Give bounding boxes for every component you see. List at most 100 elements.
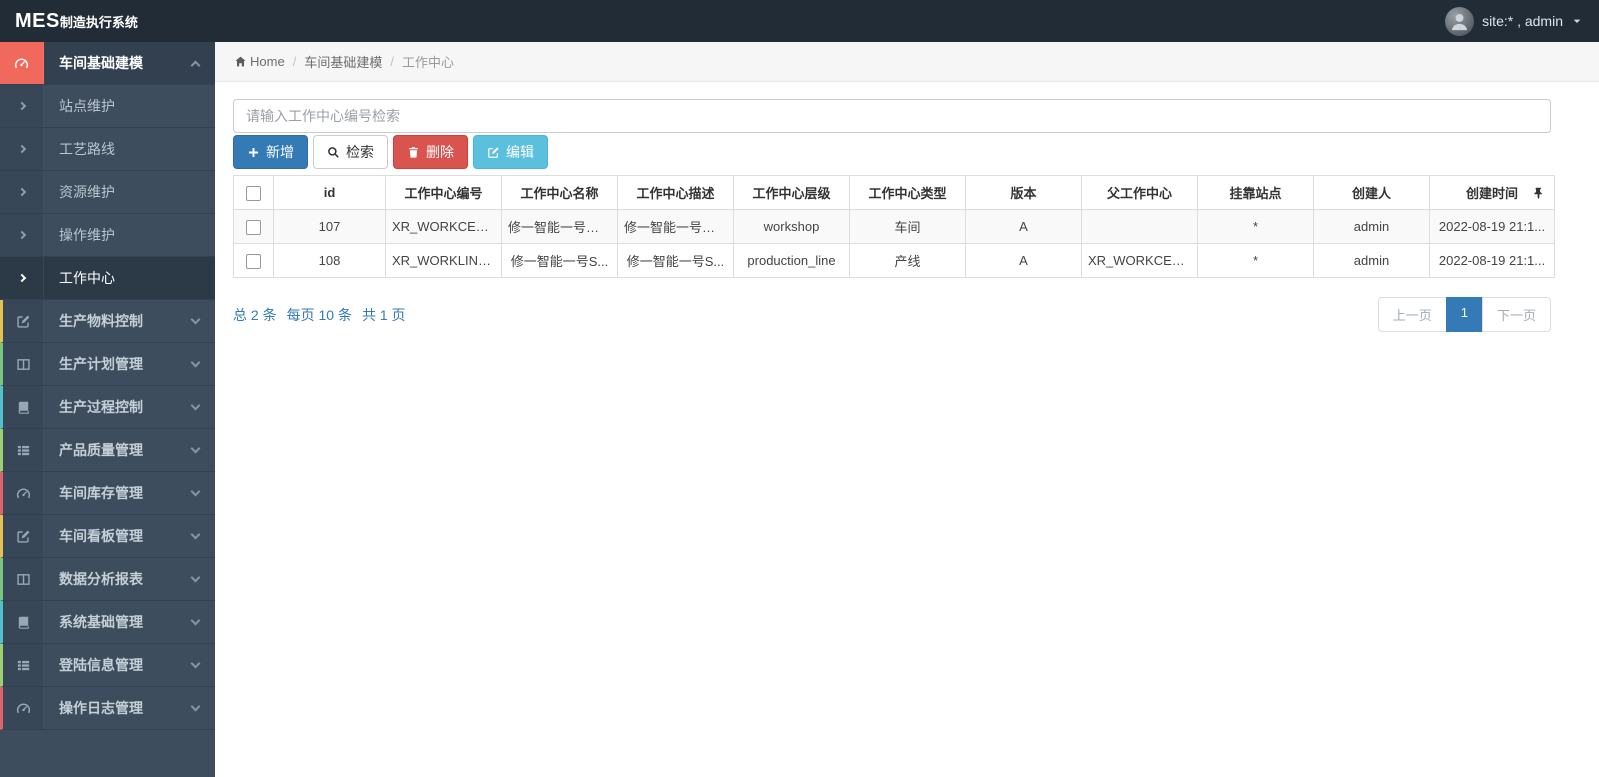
sidebar-group[interactable]: 生产物料控制: [0, 300, 215, 343]
table-cell: XR_WORKLINE...: [385, 243, 502, 278]
sidebar-group-label: 生产物料控制: [59, 313, 143, 329]
row-select-cell: [233, 209, 274, 244]
record-summary[interactable]: 总 2 条 每页 10 条 共 1 页: [233, 305, 406, 325]
page-count: 共 1 页: [361, 306, 406, 323]
column-header: 工作中心类型: [849, 175, 966, 210]
sidebar-item[interactable]: 工作中心: [0, 257, 215, 300]
table-row: 107 XR_WORKCEN... 修一智能一号车间 修一智能一号车间 workshop…: [233, 209, 1555, 244]
avatar[interactable]: [1445, 6, 1475, 36]
chevron-right-icon: [0, 85, 44, 127]
search-icon: [327, 146, 340, 159]
table-cell: production_line: [733, 243, 850, 278]
total-count: 总 2 条: [233, 306, 277, 323]
next-page-button[interactable]: 下一页: [1481, 297, 1551, 332]
chevron-right-icon: [0, 257, 44, 299]
sidebar-group[interactable]: 系统基础管理: [0, 601, 215, 644]
table-cell: 车间: [849, 209, 966, 244]
book-icon: [3, 386, 44, 428]
breadcrumb-current: 工作中心: [401, 55, 454, 70]
sidebar-group-label: 车间看板管理: [59, 528, 143, 544]
prev-page-button[interactable]: 上一页: [1377, 297, 1447, 332]
sidebar-group[interactable]: 车间库存管理: [0, 472, 215, 515]
breadcrumb-separator: /: [292, 54, 297, 69]
plus-icon: [247, 146, 260, 159]
sidebar-group-label: 车间基础建模: [59, 55, 143, 71]
table-cell: admin: [1313, 243, 1430, 278]
breadcrumb-home[interactable]: Home: [234, 54, 285, 69]
table-cell: 2022-08-19 21:1...: [1429, 209, 1555, 244]
breadcrumb: Home / 车间基础建模 / 工作中心: [215, 42, 1599, 82]
breadcrumb-item[interactable]: 车间基础建模: [304, 52, 382, 71]
user-menu[interactable]: site:* , admin: [1445, 6, 1599, 36]
columns-icon: [3, 558, 44, 600]
search-button[interactable]: 检索: [313, 135, 388, 169]
row-checkbox[interactable]: [246, 219, 261, 235]
chevron-down-icon: [190, 615, 201, 626]
edit-icon: [3, 515, 44, 557]
content-area: 新增检索删除编辑 id工作中心编号工作中心名称工作中心描述工作中心层级工作中心类…: [215, 82, 1599, 332]
user-icon: [1452, 13, 1468, 30]
page-1-button[interactable]: 1: [1445, 297, 1483, 332]
row-checkbox[interactable]: [246, 253, 261, 269]
sidebar-item[interactable]: 工艺路线: [0, 128, 215, 171]
table-cell: 修一智能一号车间: [501, 209, 618, 244]
table-header-row: id 工作中心编号 工作中心名称 工作中心描述 工作中心层级 工作中心类型 版本 父工作中心挂…: [233, 175, 1555, 210]
add-button[interactable]: 新增: [233, 135, 308, 169]
search-input[interactable]: [233, 99, 1551, 133]
sidebar-item[interactable]: 站点维护: [0, 85, 215, 128]
chevron-down-icon: [190, 658, 201, 669]
main-panel: Home / 车间基础建模 / 工作中心 新增检索删除编辑 id工作中心编号工作…: [215, 42, 1599, 777]
table-cell: 108: [273, 243, 386, 278]
breadcrumb-separator: /: [390, 54, 394, 69]
table-footer: 总 2 条 每页 10 条 共 1 页 上一页 1 下一页: [233, 297, 1551, 332]
sidebar: 车间基础建模站点维护工艺路线资源维护操作维护工作中心生产物料控制生产计划管理生产…: [0, 42, 215, 777]
trash-icon: [407, 146, 420, 159]
sidebar-item[interactable]: 资源维护: [0, 171, 215, 214]
table-cell: [1081, 209, 1198, 244]
sidebar-group[interactable]: 生产过程控制: [0, 386, 215, 429]
chevron-right-icon: [0, 128, 44, 170]
table-cell: 修一智能一号S...: [617, 243, 734, 278]
user-label: site:* , admin: [1482, 13, 1563, 29]
chevron-down-icon: [190, 400, 201, 411]
select-all-header: [233, 175, 274, 210]
sidebar-group[interactable]: 车间基础建模: [0, 42, 215, 85]
chevron-down-icon: [190, 529, 201, 540]
sidebar-group[interactable]: 登陆信息管理: [0, 644, 215, 687]
table-cell: admin: [1313, 209, 1430, 244]
sidebar-group-label: 数据分析报表: [59, 571, 143, 587]
sidebar-item-label: 工艺路线: [59, 141, 115, 157]
delete-button[interactable]: 删除: [393, 135, 468, 169]
edit-button[interactable]: 编辑: [473, 135, 548, 169]
table-cell: A: [965, 243, 1082, 278]
sidebar-group[interactable]: 操作日志管理: [0, 687, 215, 730]
column-header: 创建时间: [1429, 175, 1555, 210]
table-cell: *: [1197, 243, 1314, 278]
sidebar-group-label: 生产过程控制: [59, 399, 143, 415]
sidebar-item-label: 资源维护: [59, 184, 115, 200]
select-all-checkbox[interactable]: [246, 185, 261, 201]
sidebar-group[interactable]: 产品质量管理: [0, 429, 215, 472]
sidebar-item-label: 操作维护: [59, 227, 115, 243]
sidebar-group[interactable]: 车间看板管理: [0, 515, 215, 558]
list-icon: [3, 429, 44, 471]
column-header: 工作中心名称: [501, 175, 618, 210]
dashboard-icon: [3, 687, 44, 729]
list-icon: [3, 644, 44, 686]
table-cell: workshop: [733, 209, 850, 244]
sidebar-group-label: 登陆信息管理: [59, 657, 143, 673]
chevron-down-icon: [190, 357, 201, 368]
dashboard-icon: [0, 42, 44, 84]
pagination: 上一页 1 下一页: [1377, 297, 1551, 332]
chevron-down-icon: [190, 443, 201, 454]
sidebar-group[interactable]: 生产计划管理: [0, 343, 215, 386]
sidebar-item[interactable]: 操作维护: [0, 214, 215, 257]
sidebar-group[interactable]: 数据分析报表: [0, 558, 215, 601]
logo-text: 制造执行系统: [59, 14, 138, 30]
sidebar-group-label: 产品质量管理: [59, 442, 143, 458]
table-cell: A: [965, 209, 1082, 244]
column-header: 父工作中心: [1081, 175, 1198, 210]
per-page-count: 每页 10 条: [286, 306, 352, 323]
toolbar: 新增 检索 删除 编辑: [233, 135, 1551, 169]
row-select-cell: [233, 243, 274, 278]
